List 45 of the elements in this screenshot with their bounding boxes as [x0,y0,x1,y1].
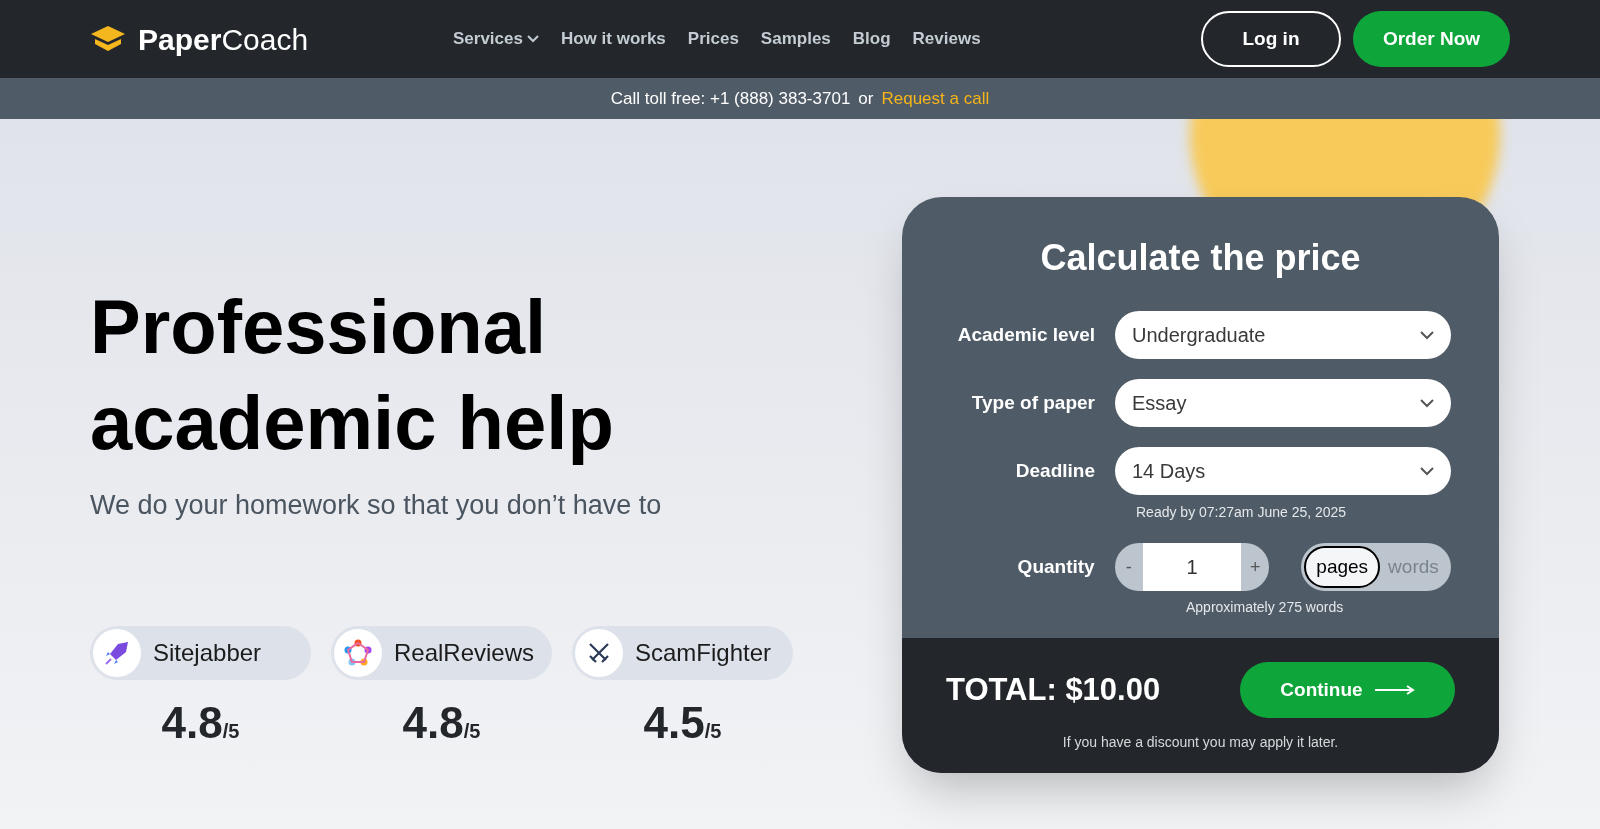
request-call-link[interactable]: Request a call [881,85,990,112]
graduation-cap-logo-icon [90,24,126,54]
crossed-swords-icon [587,640,611,665]
chevron-down-icon [526,35,539,43]
login-button[interactable]: Log in [1201,11,1341,67]
rating-score: 4.8/5 [402,696,481,749]
nav-link[interactable]: Samples [760,26,831,52]
total-price: TOTAL: $10.00 [946,670,1161,709]
chevron-down-icon [1420,398,1434,408]
nav-link[interactable]: How it works [560,26,666,52]
logo-text[interactable]: PaperCoach [138,16,309,62]
field-label: Academic level [956,322,1095,347]
hero-heading: Professional academic help [90,283,615,467]
arrow-right-icon [1374,685,1415,695]
calculator-heading: Calculate the price [1039,236,1362,280]
quantity-label: Quantity [1016,554,1095,579]
rating-score: 4.8/5 [161,696,240,749]
rocket-icon [104,639,130,666]
word-count-hint: Approximately 275 words [1186,598,1345,617]
field-label: Deadline [1014,458,1095,483]
review-site-badge[interactable]: ScamFighter [572,625,793,680]
select-field[interactable]: Undergraduate [1115,311,1451,359]
nav-link[interactable]: Services [453,26,539,52]
decrement-button[interactable]: - [1114,543,1143,591]
select-field[interactable]: Essay [1115,379,1451,427]
deadline-hint: Ready by 07:27am June 25, 2025 [1136,503,1348,522]
nav-link[interactable]: Reviews [912,26,981,52]
discount-note: If you have a discount you may apply it later. [1061,733,1340,752]
hero-subtitle: We do your homework so that you don’t have to [90,489,663,522]
nav-link[interactable]: Blog [852,26,891,52]
nav-link[interactable]: Prices [687,26,739,52]
increment-button[interactable]: + [1241,543,1270,591]
separator-text: or [858,87,874,110]
unit-option[interactable]: pages [1304,546,1381,588]
rating-score: 4.5/5 [643,696,722,749]
quantity-stepper[interactable]: - 1 + [1114,543,1270,591]
field-label: Type of paper [970,390,1095,415]
colorful-dots-icon [344,638,372,667]
chevron-down-icon [1420,466,1434,476]
chevron-down-icon [1420,330,1434,340]
toll-free-phone-text: Call toll free: +1 (888) 383-3701 [610,87,851,110]
review-site-badge[interactable]: RealReviews [331,625,552,680]
select-field[interactable]: 14 Days [1115,447,1451,495]
quantity-value[interactable]: 1 [1142,543,1242,591]
review-site-badge[interactable]: Sitejabber [90,625,311,680]
